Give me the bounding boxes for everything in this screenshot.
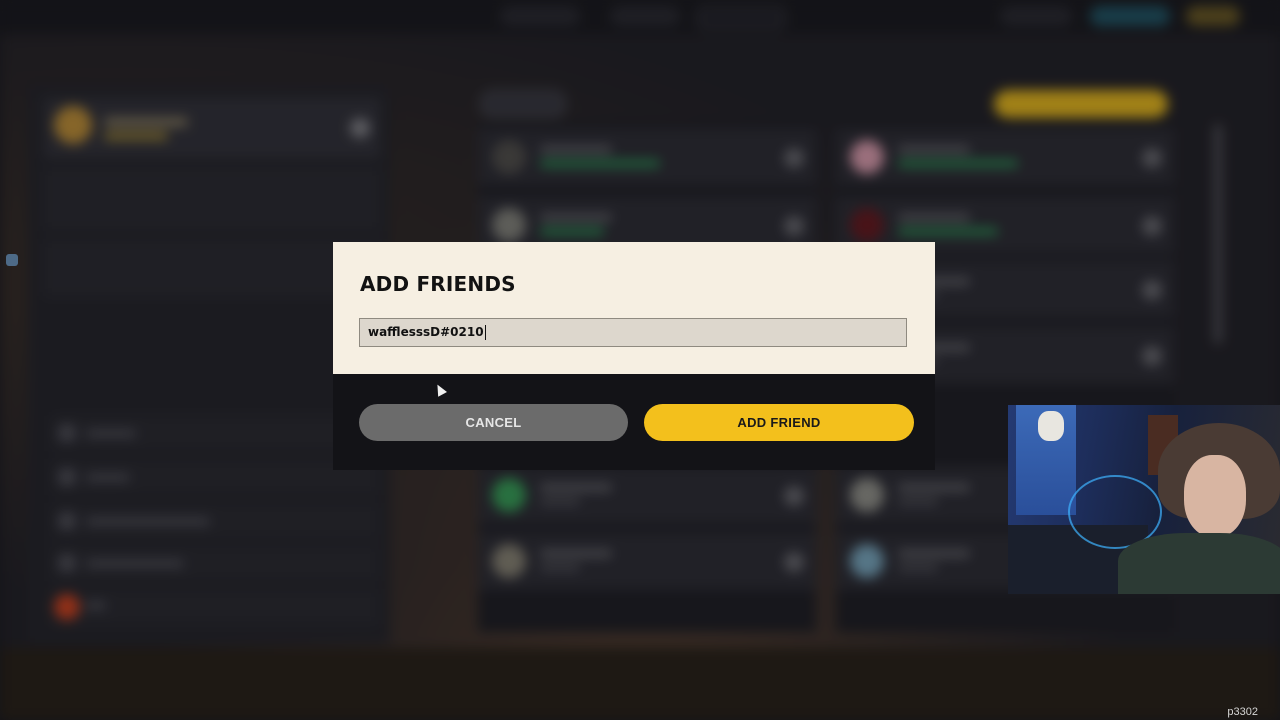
webcam-poster [1016,405,1076,515]
add-friend-button[interactable]: ADD FRIEND [644,404,914,441]
cancel-button[interactable]: CANCEL [359,404,628,441]
add-friends-dialog: ADD FRIENDS wafflesssD#0210 CANCEL ADD F… [333,242,935,470]
dialog-header: ADD FRIENDS wafflesssD#0210 [333,242,935,374]
friend-id-input[interactable]: wafflesssD#0210 [359,318,907,347]
webcam-overlay [1008,405,1280,594]
webcam-person-body [1118,533,1280,594]
side-tag [6,254,18,266]
friend-id-value: wafflesssD#0210 [368,325,484,339]
dialog-footer: CANCEL ADD FRIEND [333,374,935,470]
controller-icon [6,254,18,266]
watermark-text: p3302 [1227,706,1258,718]
text-caret [484,325,486,340]
webcam-person-face [1184,455,1246,537]
dialog-title: ADD FRIENDS [360,272,516,296]
